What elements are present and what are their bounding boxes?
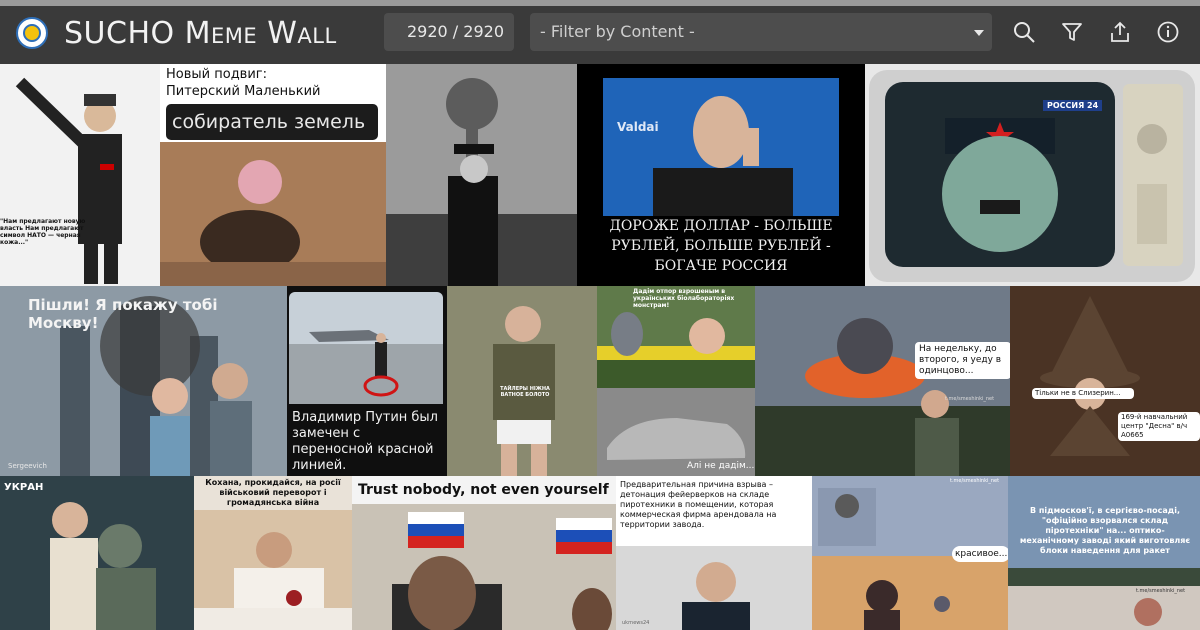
meme-image [194,510,352,630]
meme-patch-text: ТАЙЛЕРЫ НІЖНА ВАТНОЕ БОЛОТО [500,386,550,398]
meme-image [755,286,1010,476]
speech-bubble: 169-й навчальний центр "Десна" в/ч А0665 [1118,412,1200,441]
meme-watermark: t.me/smeshinki_net [1136,588,1186,594]
share-icon[interactable] [1108,20,1132,44]
meme-image [1010,286,1200,476]
tv-controls [1123,84,1183,266]
meme-caption: "Нам предлагают новую власть Нам предлаг… [0,218,86,246]
meme-tile[interactable]: ТАЙЛЕРЫ НІЖНА ВАТНОЕ БОЛОТО [447,286,597,476]
meme-channel: РОССИЯ 24 [1043,100,1103,111]
meme-caption-top: Дадім отпор взрошеным в українських біол… [633,288,735,309]
sucho-logo-icon[interactable] [16,17,48,49]
speech-bubble: Тільки не в Слизерин... [1032,388,1134,399]
meme-image [447,286,597,476]
meme-title-line: Новый подвиг: [166,67,267,82]
meme-image [160,142,386,286]
meme-image [0,476,194,630]
meme-watermark: ukrnews24 [622,620,650,626]
meme-caption: Владимир Путин был замечен с переносной … [292,410,438,473]
meme-caption: ДОРОЖЕ ДОЛЛАР - БОЛЬШЕ РУБЛЕЙ, БОЛЬШЕ РУ… [609,218,833,274]
meme-caption: Пішли! Я покажу тобі Москву! [28,296,218,332]
search-icon[interactable] [1012,20,1036,44]
meme-tile[interactable]: На недельку, до второго, я уеду в одинцо… [755,286,1010,476]
info-icon[interactable] [1156,20,1180,44]
meme-grid: "Нам предлагают новую власть Нам предлаг… [0,64,1200,630]
filter-placeholder: - Filter by Content - [540,22,695,41]
meme-tile[interactable]: Пішли! Я покажу тобі Москву! Sergeevich [0,286,287,476]
meme-tag: УКРАН [4,482,44,493]
meme-tile[interactable]: красивое... t.me/smeshinki_net [812,476,1008,630]
chevron-down-icon [974,30,984,36]
meme-tile[interactable]: "Нам предлагают новую власть Нам предлаг… [0,64,160,286]
meme-tile[interactable]: Trust nobody, not even yourself [352,476,616,630]
meme-tile[interactable]: В підмосков'ї, в сергієво-посаді, "офіці… [1008,476,1200,630]
meme-tile[interactable]: Тільки не в Слизерин... 169-й навчальний… [1010,286,1200,476]
meme-caption: Trust nobody, not even yourself [358,482,609,498]
meme-caption-bottom: Алі не дадім... [687,461,755,471]
meme-tile[interactable] [386,64,577,286]
meme-title-line: Питерский Маленький [166,84,321,99]
filter-icon[interactable] [1060,20,1084,44]
meme-image [386,64,577,286]
meme-image [15,77,122,284]
meme-tile[interactable]: Новый подвиг: Питерский Маленький собира… [160,64,386,286]
meme-tile[interactable]: РОССИЯ 24 [865,64,1200,286]
speech-bubble: На недельку, до второго, я уеду в одинцо… [915,342,1010,379]
meme-source: Valdai [617,120,659,134]
meme-tile[interactable]: УКРАН [0,476,194,630]
meme-caption: Кохана, прокидайся, на росії військовий … [205,478,341,507]
app-title: SUCHO Meme Wall [64,16,337,51]
content-filter-select[interactable]: - Filter by Content - [530,13,992,51]
meme-tile[interactable]: Владимир Путин был замечен с переносной … [287,286,447,476]
meme-watermark: t.me/smeshinki_net [945,396,995,402]
meme-tile[interactable]: Кохана, прокидайся, на росії військовий … [194,476,352,630]
item-counter: 2920 / 2920 [384,13,514,51]
header-bar: SUCHO Meme Wall 2920 / 2920 - Filter by … [0,6,1200,64]
meme-tile[interactable]: Дадім отпор взрошеным в українських біол… [597,286,755,476]
meme-image [352,504,616,630]
meme-badge: собиратель земель [166,104,378,140]
meme-image: Valdai [603,78,839,216]
meme-tile[interactable]: Предварительная причина взрыва – детонац… [616,476,812,630]
meme-watermark: Sergeevich [8,462,47,470]
meme-image [289,292,443,404]
meme-tile[interactable]: Valdai ДОРОЖЕ ДОЛЛАР - БОЛЬШЕ РУБЛЕЙ, БО… [577,64,865,286]
meme-watermark: t.me/smeshinki_net [950,478,1000,484]
meme-caption: В підмосков'ї, в сергієво-посаді, "офіці… [1019,506,1191,555]
meme-image [616,546,812,630]
meme-caption: Предварительная причина взрыва – детонац… [620,480,777,529]
speech-bubble: красивое... [952,546,1008,562]
